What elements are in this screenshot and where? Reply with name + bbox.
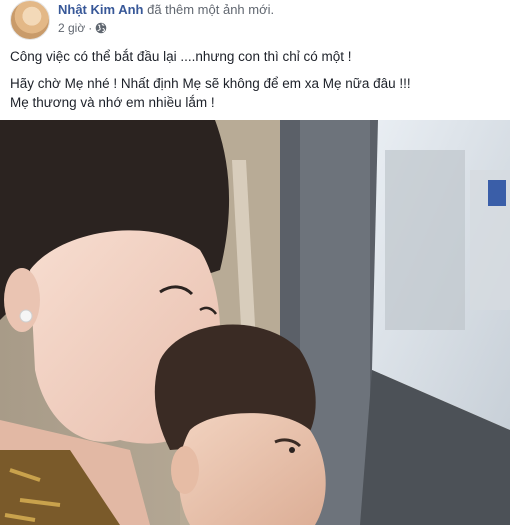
post-header: Nhật Kim Anh đã thêm một ảnh mới. 2 giờ · <box>10 0 500 40</box>
post-meta: 2 giờ · <box>58 21 107 35</box>
post-text: Công việc có thể bắt đầu lại ....nhưng c… <box>10 47 500 112</box>
globe-icon[interactable] <box>95 22 107 34</box>
avatar[interactable] <box>10 0 50 40</box>
post-text-line: Công việc có thể bắt đầu lại ....nhưng c… <box>10 49 352 64</box>
post-action-text: đã thêm một ảnh mới. <box>147 2 275 17</box>
author-name[interactable]: Nhật Kim Anh <box>58 2 143 17</box>
meta-separator: · <box>88 21 93 35</box>
post-text-line: Hãy chờ Mẹ nhé ! Nhất định Mẹ sẽ không đ… <box>10 76 411 91</box>
author-line: Nhật Kim Anh đã thêm một ảnh mới. <box>58 2 274 18</box>
post-photo[interactable] <box>0 120 510 525</box>
post-text-line: Mẹ thương và nhớ em nhiều lắm ! <box>10 95 215 110</box>
post-timestamp[interactable]: 2 giờ <box>58 21 85 35</box>
photo-image <box>0 120 510 525</box>
